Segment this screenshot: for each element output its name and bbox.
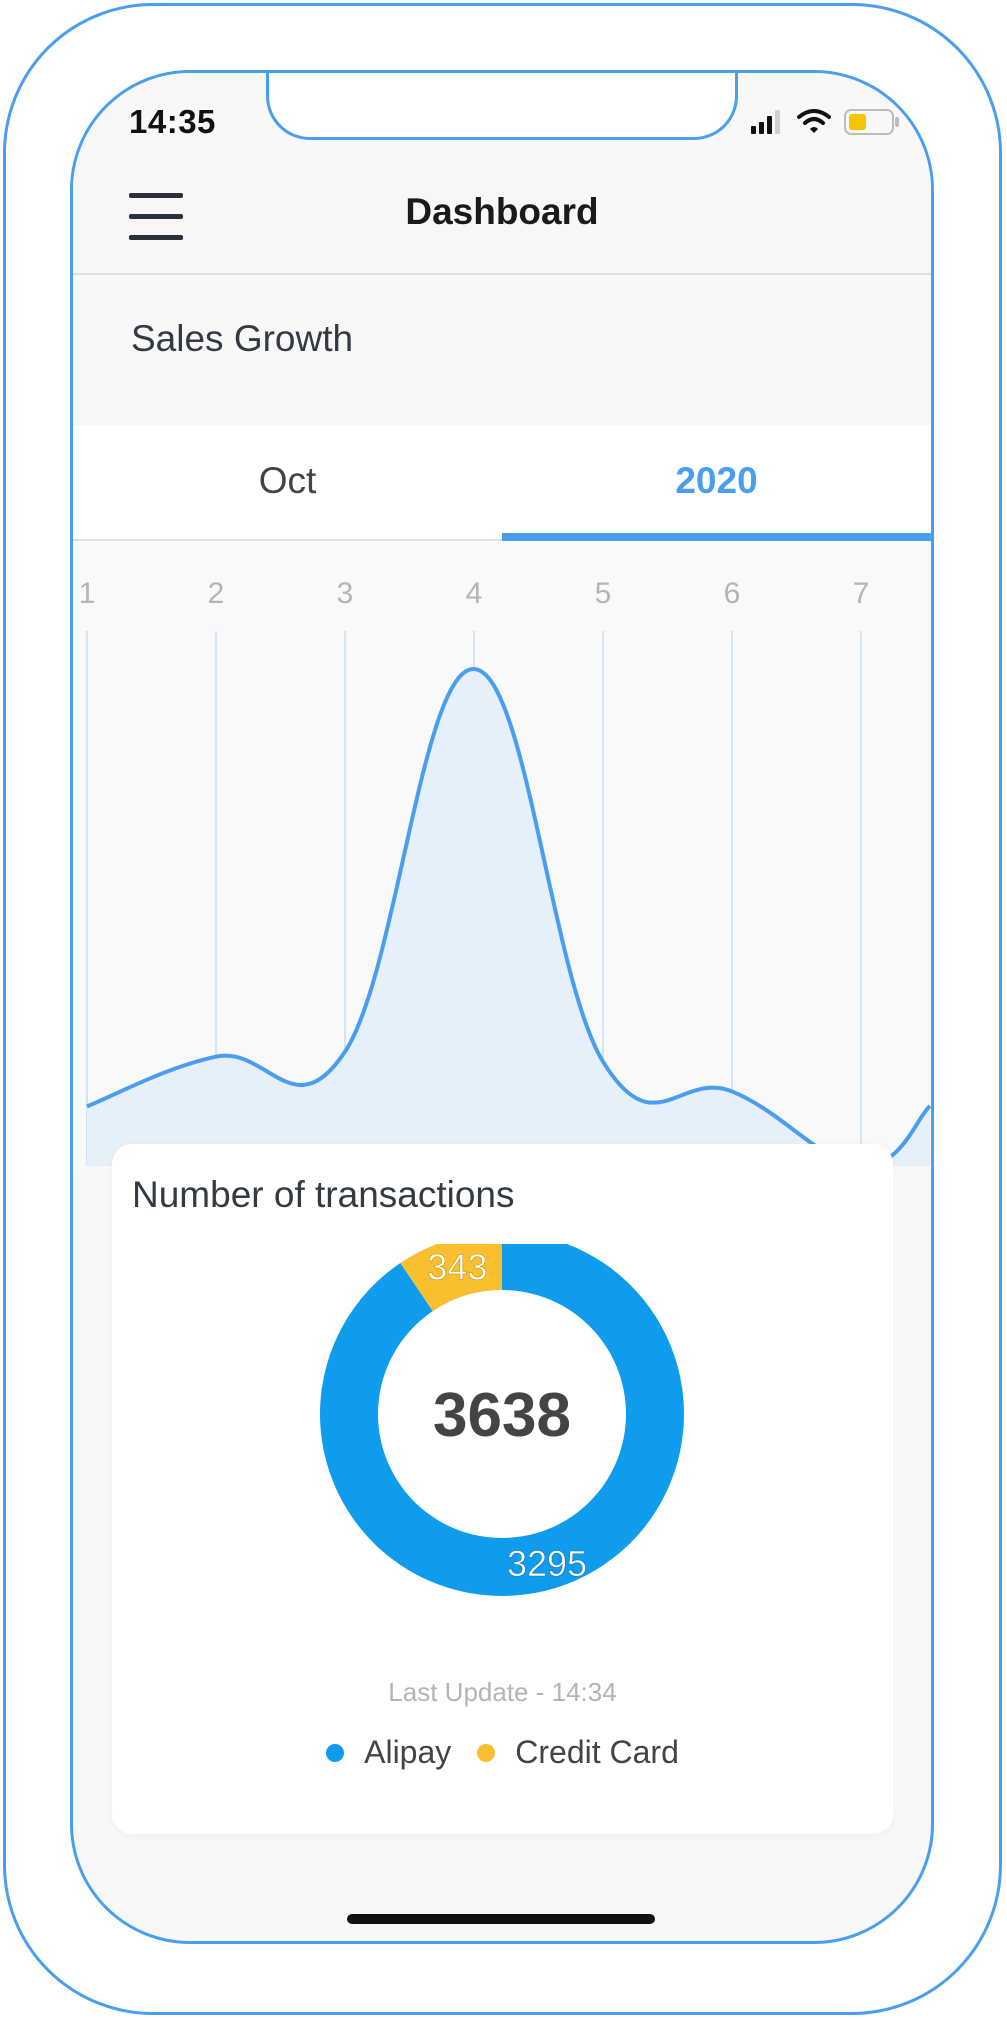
legend-dot-credit-card [477,1743,496,1762]
transactions-card: Number of transactions 3638 343 3295 Las… [112,1144,893,1834]
chart-legend: Alipay Credit Card [112,1734,893,1771]
sales-area-chart: 1 2 3 4 5 6 7 [79,577,931,1169]
wifi-icon [797,109,831,133]
x-tick-label: 2 [208,577,225,610]
legend-label-alipay: Alipay [364,1734,452,1770]
donut-label-alipay: 3295 [507,1543,587,1584]
notch [266,73,738,140]
status-time: 14:35 [129,103,216,140]
x-tick-label: 1 [79,577,96,610]
page-title: Dashboard [405,191,599,232]
tab-2020[interactable]: 2020 [502,425,931,541]
x-tick-label: 5 [595,577,612,610]
cellular-signal-icon [751,110,780,134]
x-tick-label: 7 [853,577,870,610]
battery-icon [844,109,899,135]
legend-item-credit-card[interactable]: Credit Card [477,1734,679,1771]
home-indicator[interactable] [347,1914,655,1924]
x-tick-label: 6 [724,577,741,610]
nav-bar: Dashboard [73,163,931,275]
period-tabs: Oct 2020 [73,425,931,541]
last-update-text: Last Update - 14:34 [388,1677,617,1707]
x-tick-label: 4 [466,577,483,610]
status-icons [751,108,901,136]
legend-item-alipay[interactable]: Alipay [326,1734,451,1771]
chart-area-fill [87,668,930,1167]
sales-growth-title: Sales Growth [131,318,354,359]
transactions-title: Number of transactions [132,1174,515,1215]
transactions-donut: 3638 343 3295 [112,1232,893,1644]
sales-chart: 1 2 3 4 5 6 7 [73,541,931,1171]
tab-oct[interactable]: Oct [73,425,502,539]
legend-label-credit-card: Credit Card [515,1734,679,1770]
donut-center-total: 3638 [433,1381,571,1450]
donut-chart: 3638 343 3295 [319,1232,684,1596]
donut-label-credit-card: 343 [427,1247,487,1288]
legend-dot-alipay [326,1743,345,1762]
x-tick-label: 3 [337,577,354,610]
phone-screen: 14:35 Dashboard Sales Growth Oct 2020 1 … [70,70,934,1944]
